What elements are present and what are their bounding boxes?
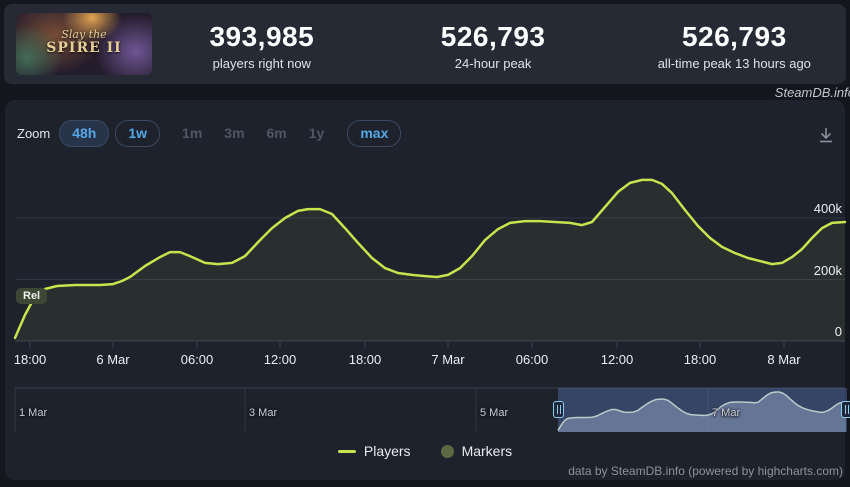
release-marker-flag[interactable]: Rel [16, 288, 47, 304]
credits-text: data by SteamDB.info (powered by highcha… [568, 464, 843, 478]
x-axis-label: 06:00 [497, 352, 567, 367]
x-axis-label: 18:00 [0, 352, 65, 367]
y-axis-label: 400k [782, 201, 842, 216]
y-axis-label: 0 [782, 324, 842, 339]
legend-item-markers[interactable]: Markers [441, 443, 513, 459]
navigator-selected-range[interactable] [558, 388, 847, 432]
navigator-left-handle[interactable] [553, 401, 564, 418]
players-line-icon [338, 450, 356, 453]
navigator-date-label: 7 Mar [712, 407, 740, 419]
x-axis-label: 06:00 [162, 352, 232, 367]
navigator-date-label: 1 Mar [19, 407, 47, 419]
navigator-right-handle[interactable] [841, 401, 850, 418]
markers-circle-icon [441, 445, 454, 458]
navigator-date-label: 5 Mar [480, 407, 508, 419]
x-axis-label: 6 Mar [78, 352, 148, 367]
legend-item-players[interactable]: Players [338, 443, 411, 459]
x-axis-label: 18:00 [665, 352, 735, 367]
chart-plot-area[interactable] [15, 160, 845, 341]
y-axis-label: 200k [782, 263, 842, 278]
steamdb-app-page: Slay the SPIRE II 393,985 players right … [0, 0, 850, 487]
x-axis-label: 7 Mar [413, 352, 483, 367]
x-axis-label: 8 Mar [749, 352, 819, 367]
x-axis-label: 12:00 [245, 352, 315, 367]
chart-legend: Players Markers [0, 440, 850, 462]
navigator-date-label: 3 Mar [249, 407, 277, 419]
x-axis-label: 18:00 [330, 352, 400, 367]
x-axis-label: 12:00 [582, 352, 652, 367]
